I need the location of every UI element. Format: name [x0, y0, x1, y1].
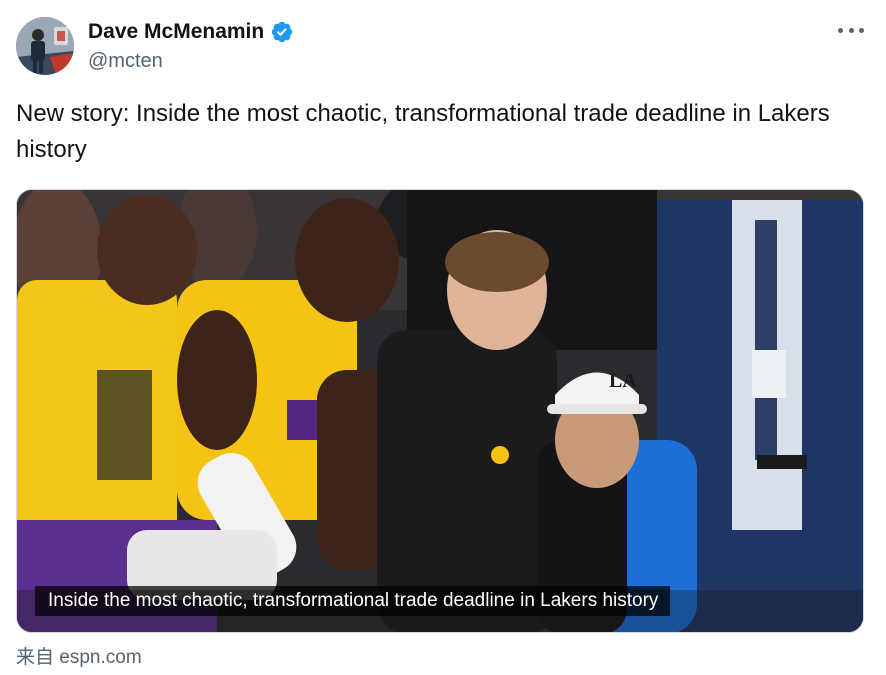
media-card[interactable]: LA Inside the most chaotic, transformati…: [16, 189, 864, 633]
svg-text:LA: LA: [609, 370, 637, 392]
courtside-photo: LA: [17, 190, 863, 632]
display-name[interactable]: Dave McMenamin: [88, 20, 264, 44]
link-source[interactable]: 来自 espn.com: [16, 642, 142, 669]
handle[interactable]: @mcten: [88, 50, 163, 73]
dot: [848, 27, 854, 33]
verified-badge-icon: [271, 21, 293, 43]
tweet-card: Dave McMenamin @mcten New story: Inside …: [0, 0, 886, 675]
dot: [859, 27, 864, 33]
avatar-image: [16, 17, 74, 75]
media-caption: Inside the most chaotic, transformationa…: [35, 586, 671, 616]
tweet-text: New story: Inside the most chaotic, tran…: [16, 100, 830, 163]
avatar[interactable]: [16, 17, 74, 75]
dot: [838, 27, 843, 33]
name-row: Dave McMenamin: [88, 18, 294, 46]
more-options-icon[interactable]: [838, 20, 864, 40]
